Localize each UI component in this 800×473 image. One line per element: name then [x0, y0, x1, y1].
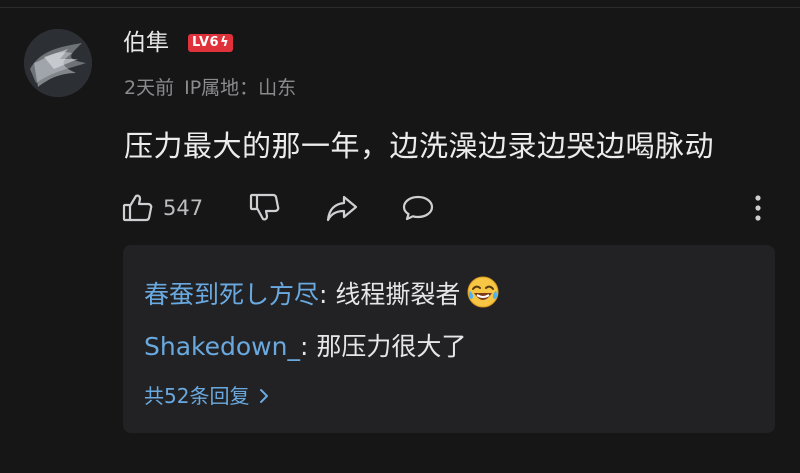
top-divider: [0, 7, 800, 8]
comment-bubble-icon: [402, 195, 434, 221]
avatar[interactable]: [24, 29, 92, 97]
reply-item: 春蚕到死し方尽: 线程撕裂者: [144, 275, 500, 312]
view-all-replies-link[interactable]: 共52条回复: [144, 383, 269, 409]
ip-location: IP属地：山东: [184, 77, 297, 99]
more-replies-label: 共52条回复: [144, 384, 250, 408]
dislike-button[interactable]: [248, 190, 282, 226]
reply-author[interactable]: 春蚕到死し方尽: [144, 280, 319, 309]
comment-meta: 2天前 IP属地：山东: [124, 76, 296, 100]
reply-author[interactable]: Shakedown_: [144, 332, 300, 361]
like-count: 547: [163, 196, 204, 220]
reply-separator: :: [319, 280, 336, 309]
share-icon: [326, 195, 358, 222]
reply-text: 那压力很大了: [316, 332, 467, 361]
thumbs-down-icon: [249, 193, 280, 221]
more-options-button[interactable]: [748, 190, 768, 226]
reply-button[interactable]: [400, 190, 436, 226]
share-button[interactable]: [324, 190, 360, 226]
comment-text: 压力最大的那一年，边洗澡边录边哭边喝脉动: [124, 129, 715, 163]
replies-box[interactable]: 春蚕到死し方尽: 线程撕裂者 Shakedown_: 那压力很大了 共52条回复: [123, 245, 775, 433]
reply-separator: :: [299, 332, 317, 361]
username[interactable]: 伯隼: [123, 28, 169, 58]
chevron-right-icon: [260, 389, 269, 403]
laughing-crying-emoji-icon: [467, 276, 499, 308]
comment-time: 2天前: [124, 77, 175, 99]
lightning-icon: ϟ: [220, 35, 230, 50]
vertical-dots-icon: [755, 195, 761, 221]
reply-item: Shakedown_: 那压力很大了: [144, 330, 466, 364]
thumbs-up-icon: [122, 194, 153, 222]
reply-text: 线程撕裂者: [335, 280, 461, 309]
like-button[interactable]: 547: [121, 190, 203, 226]
level-text: LV6: [192, 35, 220, 50]
level-badge: LV6ϟ: [188, 34, 234, 52]
